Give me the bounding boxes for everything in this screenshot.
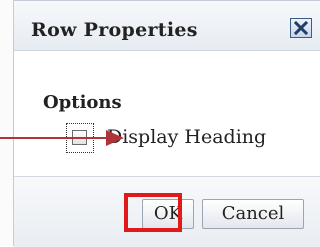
close-button[interactable] [290, 18, 312, 38]
dialog-titlebar: Row Properties [14, 1, 320, 51]
dialog-body: Options Display Heading [14, 52, 320, 176]
row-properties-dialog: Row Properties Options Display Heading O… [13, 0, 320, 247]
options-heading: Options [43, 92, 122, 113]
display-heading-label[interactable]: Display Heading [107, 126, 266, 148]
dialog-footer: OK Cancel [14, 176, 320, 247]
display-heading-checkbox[interactable] [72, 130, 87, 145]
close-x-icon [294, 21, 308, 35]
cancel-button[interactable]: Cancel [202, 199, 304, 229]
display-heading-checkbox-focus[interactable] [66, 123, 94, 153]
ok-button[interactable]: OK [142, 199, 194, 229]
dialog-title: Row Properties [31, 19, 198, 41]
